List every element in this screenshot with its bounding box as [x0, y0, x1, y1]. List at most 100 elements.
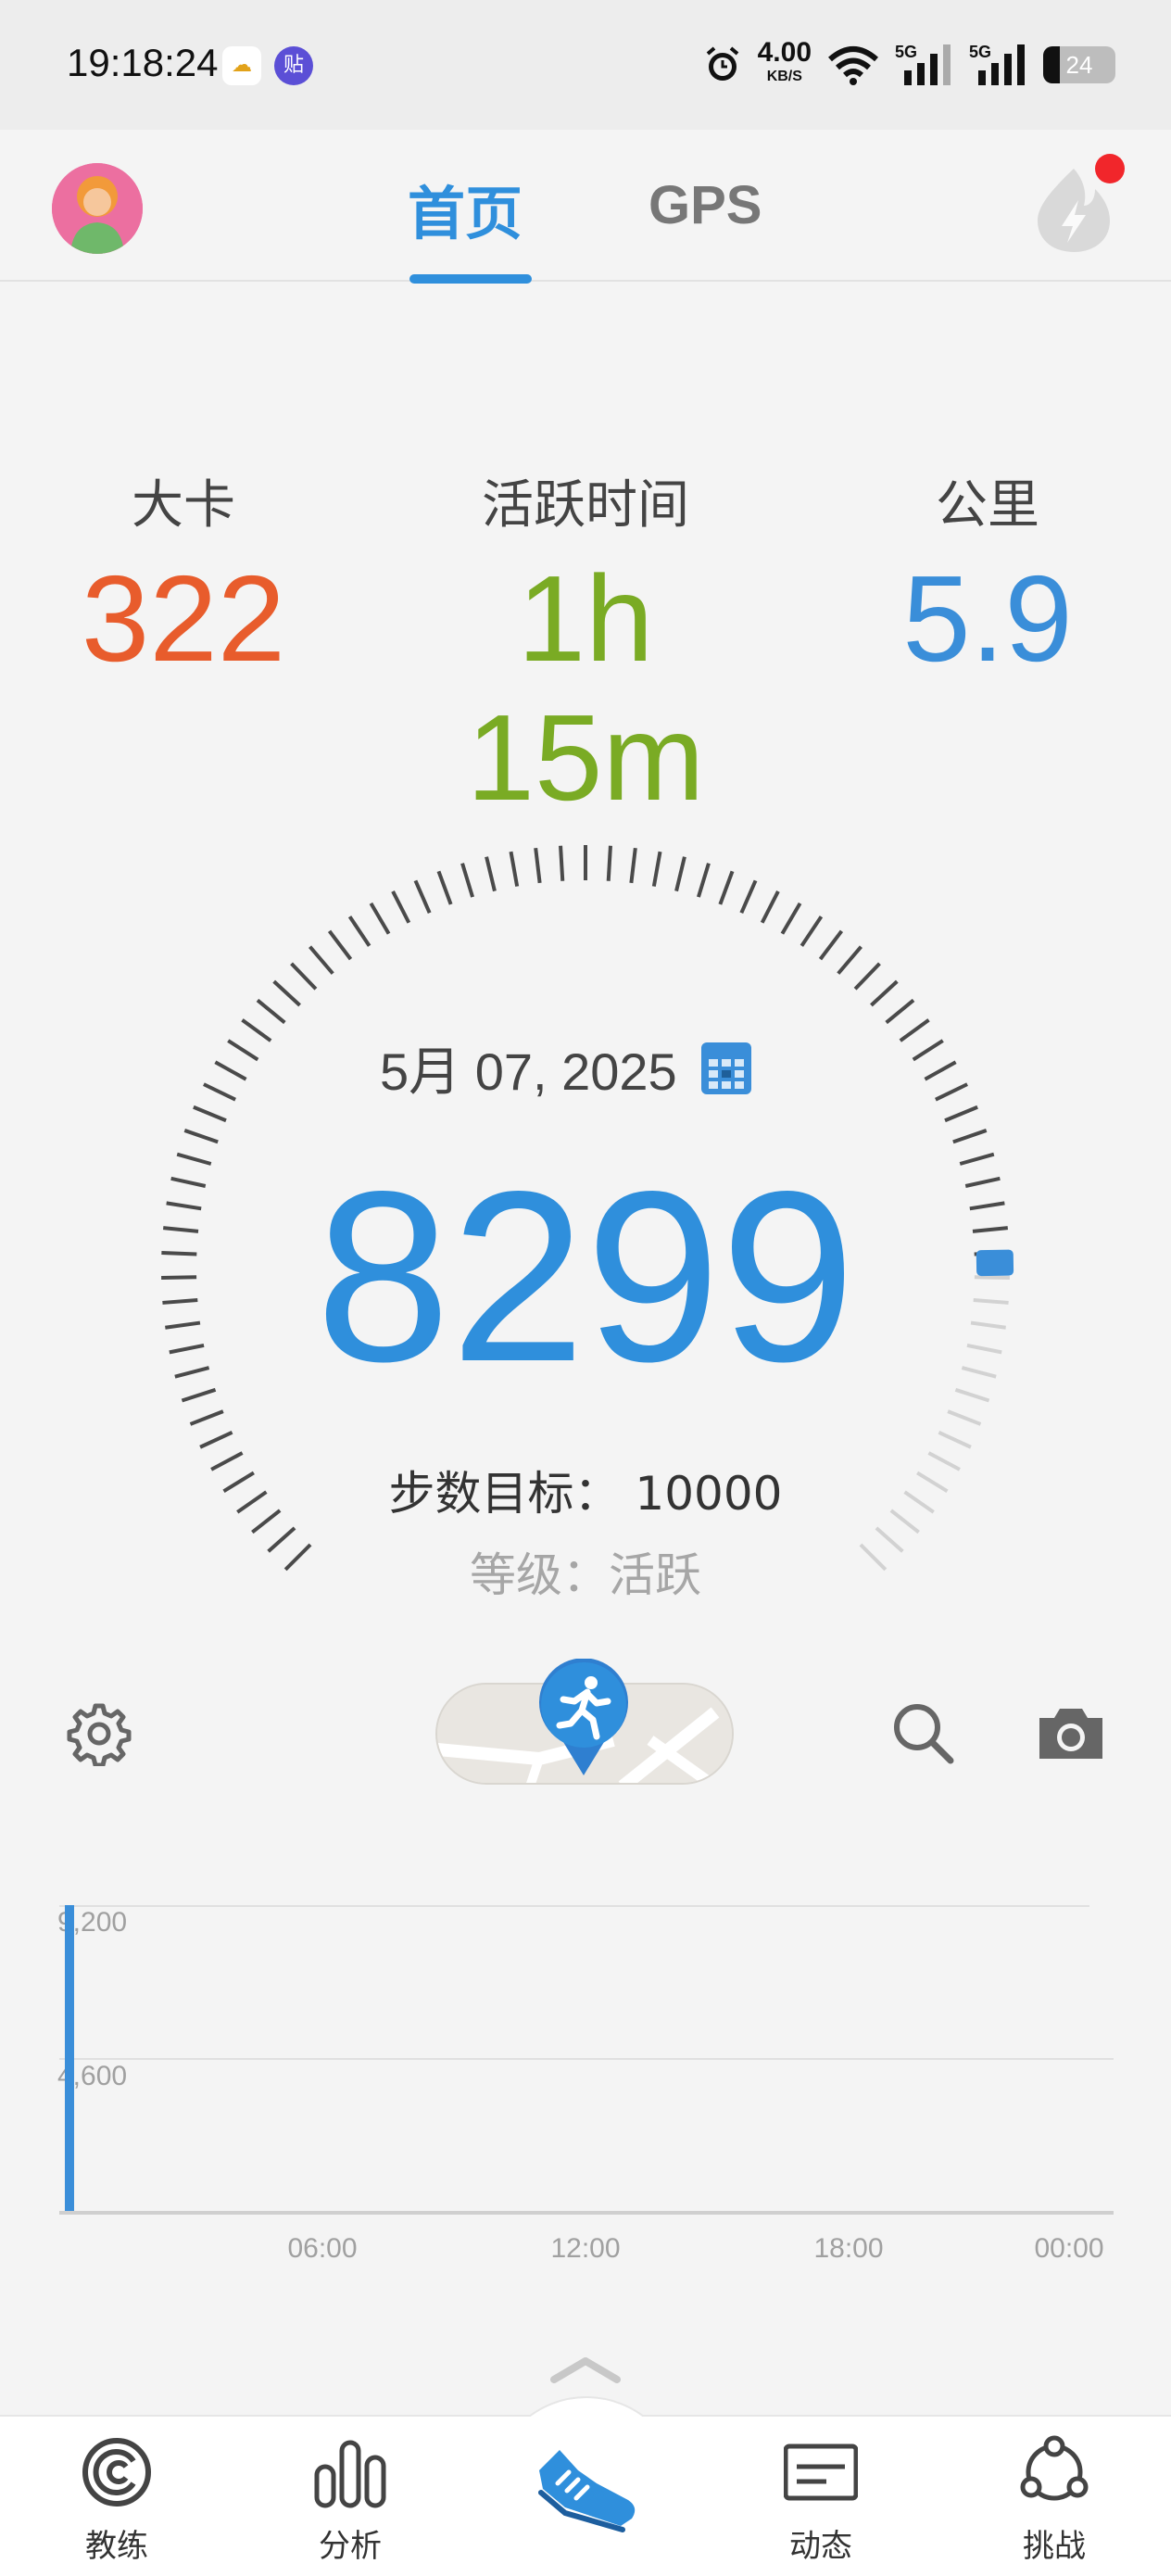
- gauge-tick: [183, 1129, 219, 1144]
- nav-challenge-label: 挑战: [1023, 2528, 1086, 2565]
- gauge-tick: [780, 902, 802, 935]
- nav-analysis[interactable]: 分析: [276, 2417, 424, 2576]
- gauge-tick: [256, 998, 286, 1025]
- calories-label: 大卡: [132, 475, 235, 536]
- chart-gridline-mid: [59, 2058, 1114, 2060]
- gauge-tick: [534, 847, 542, 884]
- calories-value: 322: [81, 550, 286, 687]
- stat-distance: 公里 5.9: [812, 463, 1164, 688]
- gauge-tick: [739, 879, 758, 915]
- gauge-tick: [899, 1018, 930, 1042]
- gauge-tick: [837, 945, 863, 975]
- gauge-tick: [460, 863, 474, 898]
- nav-coach-label: 教练: [85, 2528, 148, 2565]
- avatar[interactable]: [52, 163, 143, 254]
- gauge-tick: [935, 1082, 968, 1102]
- gauge-tick: [606, 845, 612, 881]
- date-row[interactable]: 5月 07, 2025: [380, 1030, 751, 1105]
- nav-feed-label: 动态: [789, 2528, 852, 2565]
- status-right: 4.00 KB/S 5G 5G 24: [702, 37, 1115, 93]
- gauge-tick: [227, 1039, 259, 1062]
- signal-1-label: 5G: [895, 43, 917, 61]
- camera-icon[interactable]: [1036, 1705, 1106, 1762]
- gauge-tick: [674, 856, 686, 892]
- net-speed-value: 4.00: [757, 37, 812, 68]
- nav-coach[interactable]: 教练: [43, 2417, 191, 2576]
- gauge-tick: [199, 1431, 233, 1449]
- notification-dot: [1095, 154, 1125, 183]
- gauge-tick: [413, 879, 432, 915]
- gauge-tick: [818, 929, 844, 961]
- gauge-tick: [800, 915, 824, 947]
- nav-analysis-label: 分析: [319, 2528, 382, 2565]
- signal-icon-2: 5G: [969, 43, 1025, 85]
- status-bar: 19:18:24 ☁ 贴 4.00 KB/S 5G 5G 24: [0, 0, 1171, 130]
- gauge-tick: [697, 863, 711, 898]
- gauge-tick: [241, 1018, 272, 1042]
- calendar-icon[interactable]: [700, 1042, 751, 1094]
- gauge-tick: [189, 1409, 224, 1426]
- gauge-tick: [308, 945, 334, 975]
- nav-feed[interactable]: 动态: [747, 2417, 895, 2576]
- gauge-tick: [718, 870, 735, 905]
- x-tick-0000: 00:00: [1034, 2233, 1104, 2264]
- gauge-tick: [924, 1060, 957, 1081]
- gauge-tick: [952, 1129, 988, 1144]
- tab-active-indicator: [409, 274, 532, 284]
- distance-label: 公里: [936, 475, 1039, 536]
- bar-chart-icon: [314, 2440, 386, 2508]
- x-tick-1200: 12:00: [550, 2233, 621, 2264]
- search-icon[interactable]: [889, 1699, 956, 1766]
- net-speed: 4.00 KB/S: [758, 39, 812, 89]
- stat-calories: 大卡 322: [7, 463, 359, 688]
- gauge-tick: [327, 929, 353, 961]
- alarm-icon: [706, 46, 738, 81]
- gauge-tick: [509, 851, 520, 887]
- gauge-tick: [391, 890, 411, 924]
- gauge-tick: [944, 1105, 978, 1123]
- step-goal[interactable]: 步数目标： 10000: [0, 1457, 1171, 1523]
- x-tick-1800: 18:00: [813, 2233, 884, 2264]
- tab-home[interactable]: 首页: [408, 167, 523, 250]
- notification-app-icon: 贴: [274, 46, 313, 85]
- chart-baseline: [59, 2211, 1114, 2215]
- top-bar: 首页 GPS: [0, 130, 1171, 284]
- gauge-tick: [485, 856, 497, 892]
- gauge-tick: [651, 851, 662, 887]
- challenge-icon: [1020, 2435, 1089, 2501]
- signal-2-label: 5G: [969, 43, 991, 61]
- battery-icon: 24: [1043, 46, 1115, 83]
- gauge-tick: [559, 845, 565, 881]
- active-time-label: 活跃时间: [482, 475, 689, 536]
- distance-value: 5.9: [902, 550, 1073, 687]
- battery-level: 24: [1065, 51, 1093, 79]
- signal-icon-1: 5G: [895, 43, 951, 85]
- gauge-tick: [938, 1431, 972, 1449]
- gauge-tick: [629, 847, 637, 884]
- gauge-tick: [760, 890, 780, 924]
- running-pin-icon[interactable]: [535, 1659, 632, 1779]
- net-speed-unit: KB/S: [766, 69, 802, 84]
- gear-icon[interactable]: [67, 1701, 132, 1766]
- date-text: 5月 07, 2025: [380, 1042, 677, 1101]
- x-tick-0600: 06:00: [287, 2233, 358, 2264]
- active-time-value: 1h 15m: [466, 550, 705, 826]
- shoe-icon[interactable]: [532, 2443, 643, 2535]
- activity-level: 等级：活跃: [470, 1548, 701, 1602]
- gauge-tick: [290, 962, 318, 991]
- feed-icon: [784, 2443, 858, 2501]
- avatar-icon: [52, 163, 143, 254]
- gauge-tick: [436, 870, 453, 905]
- coach-icon: [82, 2438, 151, 2507]
- tab-gps[interactable]: GPS: [648, 174, 762, 236]
- gauge-tick: [853, 962, 881, 991]
- hourly-steps-chart[interactable]: 9,200 4,600 06:00 12:00 18:00 00:00: [0, 1890, 1171, 2264]
- nav-challenge[interactable]: 挑战: [980, 2417, 1128, 2576]
- stat-active-time: 活跃时间 1h 15m: [409, 463, 762, 827]
- status-time: 19:18:24: [67, 41, 219, 84]
- gauge-tick: [912, 1039, 944, 1062]
- gauge-tick: [947, 1409, 982, 1426]
- chevron-up-icon[interactable]: [548, 2354, 623, 2385]
- chart-bar: [65, 1905, 74, 2211]
- gauge-tick: [272, 979, 301, 1007]
